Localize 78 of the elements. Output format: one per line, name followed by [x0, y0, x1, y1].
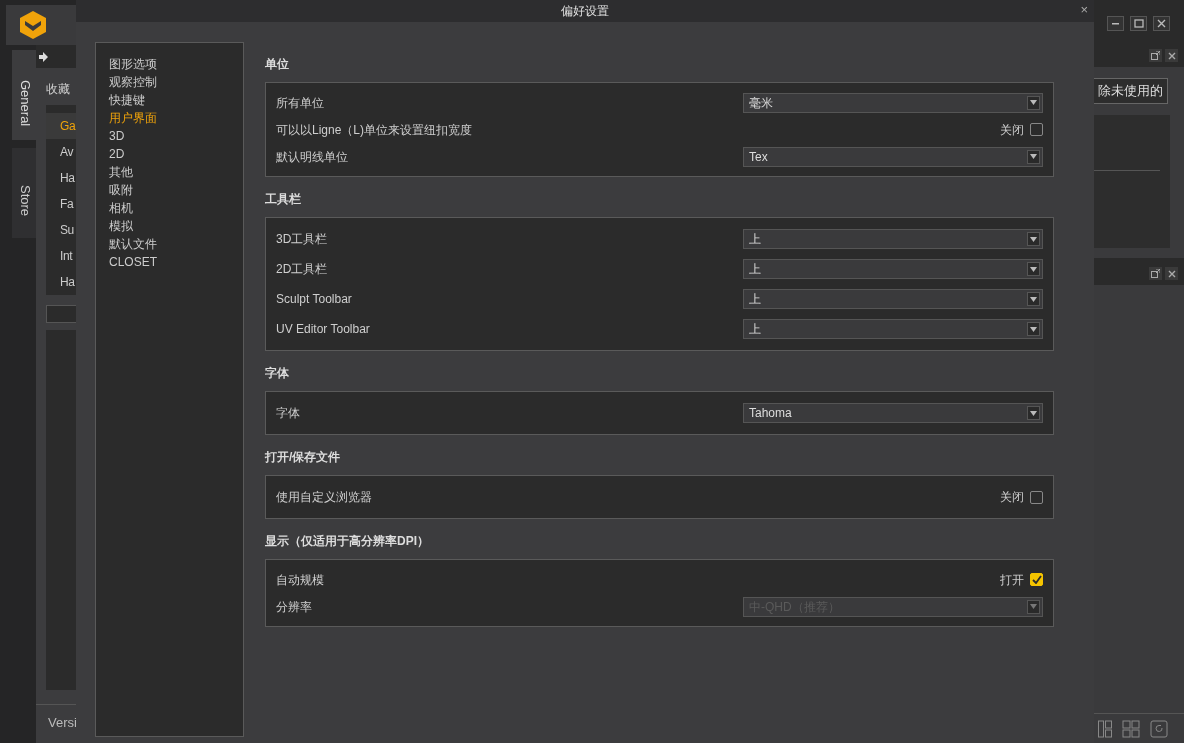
- setting-label: 默认明线单位: [276, 148, 348, 166]
- close-icon: [1157, 19, 1166, 28]
- setting-label: 自动规模: [276, 571, 324, 589]
- favorites-label: 收藏: [46, 82, 70, 96]
- dropdown[interactable]: 上: [743, 259, 1043, 279]
- setting-label: Sculpt Toolbar: [276, 291, 352, 308]
- list-item[interactable]: Ha: [46, 269, 76, 295]
- nav-item[interactable]: 用户界面: [109, 109, 243, 127]
- dropdown[interactable]: Tahoma: [743, 403, 1043, 423]
- logo-icon: [18, 10, 48, 40]
- setting-label: 字体: [276, 405, 300, 422]
- close-button[interactable]: [1165, 49, 1178, 62]
- setting-label: UV Editor Toolbar: [276, 321, 370, 338]
- section-title: 单位: [265, 57, 289, 71]
- delete-button[interactable]: 除未使用的: [1094, 78, 1168, 104]
- caret-icon: [1027, 262, 1040, 276]
- close-button[interactable]: ×: [1080, 3, 1088, 17]
- maximize-button[interactable]: [1130, 16, 1147, 31]
- caret-icon: [1027, 292, 1040, 306]
- checkbox[interactable]: [1030, 573, 1043, 586]
- close-button[interactable]: [1165, 267, 1178, 280]
- caret-icon: [1027, 599, 1040, 614]
- nav-item[interactable]: 观察控制: [109, 73, 243, 91]
- dialog-title: 偏好设置: [561, 3, 609, 20]
- nav-item[interactable]: 3D: [109, 127, 243, 145]
- dropdown[interactable]: 毫米: [743, 92, 1043, 113]
- caret-icon: [1027, 149, 1040, 164]
- list-item[interactable]: Fa: [46, 191, 76, 217]
- nav-item[interactable]: 吸附: [109, 181, 243, 199]
- nav-item[interactable]: 快捷键: [109, 91, 243, 109]
- dropdown[interactable]: 上: [743, 289, 1043, 309]
- search-field[interactable]: [46, 305, 76, 323]
- list-item[interactable]: Int: [46, 243, 76, 269]
- section-title: 显示（仅适用于高分辨率DPI）: [265, 534, 429, 548]
- setting-label: 2D工具栏: [276, 261, 328, 278]
- section-title: 工具栏: [265, 192, 301, 206]
- arrow-icon[interactable]: [38, 51, 48, 62]
- checkbox[interactable]: [1030, 490, 1043, 504]
- caret-icon: [1027, 322, 1040, 336]
- toggle-state: 关闭: [1000, 489, 1024, 506]
- setting-label: 3D工具栏: [276, 231, 328, 248]
- dropdown[interactable]: 上: [743, 319, 1043, 339]
- close-button[interactable]: [1153, 16, 1170, 31]
- list-item[interactable]: Ha: [46, 165, 76, 191]
- nav-item[interactable]: 默认文件: [109, 235, 243, 253]
- caret-icon: [1027, 95, 1040, 110]
- setting-label: 所有单位: [276, 94, 324, 112]
- nav-item[interactable]: 2D: [109, 145, 243, 163]
- section-title: 字体: [265, 366, 289, 380]
- sidebar-tab[interactable]: General: [12, 50, 36, 140]
- refresh-icon[interactable]: [1150, 719, 1168, 738]
- layout-icon[interactable]: [1098, 719, 1112, 738]
- grid-icon[interactable]: [1122, 719, 1140, 738]
- version-text: Versi: [48, 715, 77, 730]
- setting-label: 分辨率: [276, 598, 312, 616]
- setting-label: 可以以Ligne（L)单位来设置纽扣宽度: [276, 121, 473, 139]
- sidebar-tab[interactable]: Store: [12, 148, 36, 238]
- nav-item[interactable]: 其他: [109, 163, 243, 181]
- maximize-icon: [1133, 19, 1144, 28]
- dropdown[interactable]: Tex: [743, 146, 1043, 167]
- list-item[interactable]: Su: [46, 217, 76, 243]
- setting-label: 使用自定义浏览器: [276, 489, 372, 506]
- list-item[interactable]: Av: [46, 139, 76, 165]
- nav-item[interactable]: 图形选项: [109, 55, 243, 73]
- popout-button[interactable]: [1149, 267, 1162, 280]
- nav-item[interactable]: CLOSET: [109, 253, 243, 271]
- section-title: 打开/保存文件: [265, 450, 341, 464]
- minimize-button[interactable]: [1107, 16, 1124, 31]
- nav-item[interactable]: 模拟: [109, 217, 243, 235]
- caret-icon: [1027, 406, 1040, 420]
- caret-icon: [1027, 232, 1040, 246]
- dropdown[interactable]: 上: [743, 229, 1043, 249]
- popout-button[interactable]: [1149, 49, 1162, 62]
- toggle-state: 关闭: [1000, 121, 1024, 139]
- toggle-state: 打开: [1000, 571, 1024, 589]
- nav-item[interactable]: 相机: [109, 199, 243, 217]
- checkbox[interactable]: [1030, 123, 1043, 136]
- list-item[interactable]: Ga: [46, 113, 76, 139]
